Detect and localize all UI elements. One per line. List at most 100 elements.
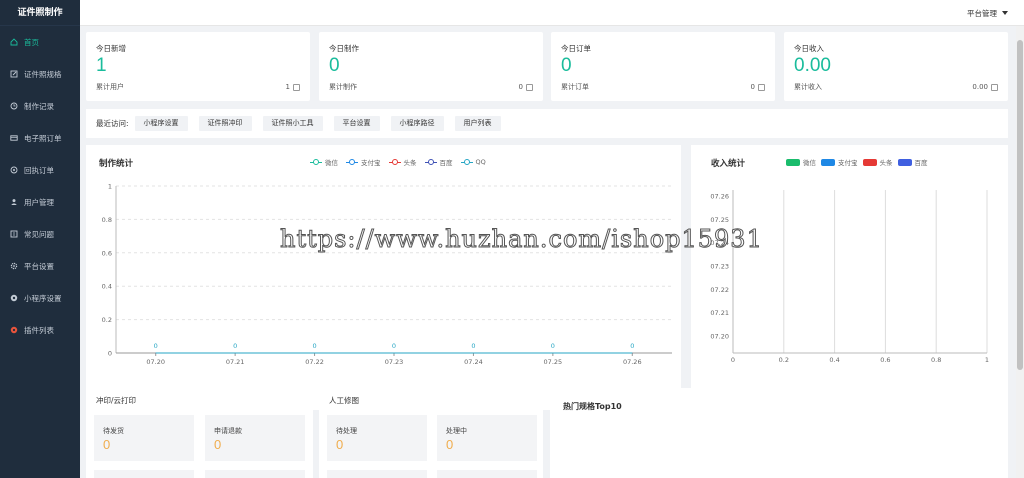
- x-tick-label: 07.23: [385, 358, 404, 366]
- brand-title: 证件照制作: [0, 0, 80, 26]
- recent-visit-button[interactable]: 用户列表: [454, 116, 501, 131]
- doc-icon: [758, 83, 765, 91]
- y-tick-label: 07.21: [710, 309, 729, 317]
- recent-visit-button[interactable]: 平台设置: [333, 116, 380, 131]
- y-tick-label: 1: [108, 183, 112, 191]
- card-title: 冲印/云打印: [96, 396, 137, 405]
- sidebar-item[interactable]: 证件照规格: [0, 58, 80, 90]
- card-title: 热门规格Top10: [563, 402, 622, 411]
- data-label: 0: [471, 342, 475, 350]
- tile-value: 0: [103, 437, 111, 452]
- sidebar-item[interactable]: 常见问题: [0, 218, 80, 250]
- tile-to-process[interactable]: 待处理 0: [327, 415, 427, 461]
- stat-value: 0: [329, 55, 340, 76]
- recent-visit-button[interactable]: 小程序设置: [134, 116, 188, 131]
- home-icon: [9, 38, 18, 47]
- y-tick-label: 0: [108, 350, 112, 358]
- recent-label: 最近访问:: [96, 119, 129, 128]
- recent-visit-button[interactable]: 证件照小工具: [262, 116, 323, 131]
- miniapp-icon: [9, 294, 18, 303]
- stat-value: 0.00: [794, 55, 831, 76]
- x-tick-label: 1: [985, 356, 989, 364]
- sidebar-item[interactable]: 制作记录: [0, 90, 80, 122]
- tile-stub: [205, 470, 305, 478]
- sidebar-item-label: 制作记录: [24, 101, 54, 111]
- card-title: 人工修图: [329, 396, 359, 405]
- y-tick-label: 07.25: [710, 216, 729, 224]
- stat-value: 0: [561, 55, 572, 76]
- scrollbar[interactable]: [1016, 26, 1024, 478]
- stat-foot-label: 累计订单: [561, 83, 589, 91]
- topbar: 平台管理: [80, 0, 1024, 26]
- x-tick-label: 0.2: [779, 356, 789, 364]
- stat-foot-label: 累计用户: [96, 83, 124, 91]
- sidebar-item-label: 常见问题: [24, 229, 54, 239]
- card-icon: [9, 134, 18, 143]
- data-label: 0: [154, 342, 158, 350]
- x-tick-label: 07.24: [464, 358, 483, 366]
- edit-icon: [9, 70, 18, 79]
- platform-menu[interactable]: 平台管理: [967, 0, 1008, 26]
- stat-foot-value: 1: [285, 83, 290, 91]
- y-tick-label: 0.4: [102, 283, 112, 291]
- sidebar-item-label: 电子照订单: [24, 133, 62, 143]
- scrollbar-thumb[interactable]: [1017, 40, 1023, 370]
- y-tick-label: 0.8: [102, 216, 112, 224]
- production-chart-panel: 制作统计 微信 支付宝 头条 百度 QQ 0 0.2 0.4 0.6 0.8 1 07.20 07.2…: [86, 145, 681, 410]
- print-card: 冲印/云打印 待发货 0 申请退款 0: [86, 388, 313, 478]
- sidebar-item[interactable]: 插件列表: [0, 314, 80, 346]
- recent-visits: 最近访问: 小程序设置 证件照冲印 证件照小工具 平台设置 小程序路径 用户列表: [86, 109, 1008, 138]
- tile-stub: [437, 470, 537, 478]
- y-tick-label: 07.22: [710, 286, 729, 294]
- x-tick-label: 0: [731, 356, 735, 364]
- x-tick-label: 07.21: [226, 358, 245, 366]
- sidebar-item-label: 小程序设置: [24, 293, 62, 303]
- plugin-icon: [9, 326, 18, 335]
- tile-pending-shipment[interactable]: 待发货 0: [94, 415, 194, 461]
- stat-label: 今日新增: [96, 44, 126, 53]
- data-label: 0: [392, 342, 396, 350]
- stat-value: 1: [96, 55, 107, 76]
- sidebar-item-label: 平台设置: [24, 261, 54, 271]
- stat-foot-label: 累计收入: [794, 83, 822, 91]
- data-label: 0: [233, 342, 237, 350]
- tile-refund-request[interactable]: 申请退款 0: [205, 415, 305, 461]
- sidebar-item-label: 用户管理: [24, 197, 54, 207]
- y-tick-label: 07.26: [710, 193, 729, 201]
- recent-visit-button[interactable]: 小程序路径: [390, 116, 444, 131]
- x-tick-label: 0.4: [829, 356, 839, 364]
- sidebar-item[interactable]: 回执订单: [0, 154, 80, 186]
- main-content: 今日新增 1 累计用户 1 今日制作 0 累计制作 0 今日订单 0 累计订单 …: [86, 32, 1008, 478]
- tile-processing[interactable]: 处理中 0: [437, 415, 537, 461]
- sidebar-nav: 首页证件照规格制作记录电子照订单回执订单用户管理常见问题平台设置小程序设置插件列…: [0, 26, 80, 346]
- sidebar-item-label: 回执订单: [24, 165, 54, 175]
- stat-card-production: 今日制作 0 累计制作 0: [319, 32, 543, 101]
- sidebar-item[interactable]: 用户管理: [0, 186, 80, 218]
- y-tick-label: 0.2: [102, 316, 112, 324]
- sidebar-item-label: 插件列表: [24, 325, 54, 335]
- stat-foot-value: 0: [518, 83, 523, 91]
- sidebar-item[interactable]: 小程序设置: [0, 282, 80, 314]
- stat-label: 今日订单: [561, 44, 591, 53]
- user-icon: [293, 83, 300, 91]
- income-chart-panel: 收入统计 微信 支付宝 头条 百度 0 0.2 0.4 0.6 0.8 1 07.26 07.25 0…: [691, 145, 1008, 410]
- sidebar-item[interactable]: 首页: [0, 26, 80, 58]
- doc-icon: [526, 83, 533, 91]
- y-tick-label: 07.23: [710, 263, 729, 271]
- data-label: 0: [630, 342, 634, 350]
- platform-menu-label: 平台管理: [967, 8, 997, 18]
- x-tick-label: 07.25: [544, 358, 563, 366]
- tile-stub: [327, 470, 427, 478]
- recent-visit-button[interactable]: 证件照冲印: [198, 116, 252, 131]
- tile-label: 申请退款: [214, 427, 242, 435]
- sidebar-item-label: 证件照规格: [24, 69, 62, 79]
- tile-value: 0: [214, 437, 222, 452]
- x-tick-label: 07.22: [305, 358, 324, 366]
- sidebar-item[interactable]: 电子照订单: [0, 122, 80, 154]
- stat-foot-label: 累计制作: [329, 83, 357, 91]
- clock-icon: [9, 102, 18, 111]
- users-icon: [9, 198, 18, 207]
- tile-value: 0: [336, 437, 344, 452]
- sidebar-item[interactable]: 平台设置: [0, 250, 80, 282]
- x-tick-label: 0.6: [880, 356, 890, 364]
